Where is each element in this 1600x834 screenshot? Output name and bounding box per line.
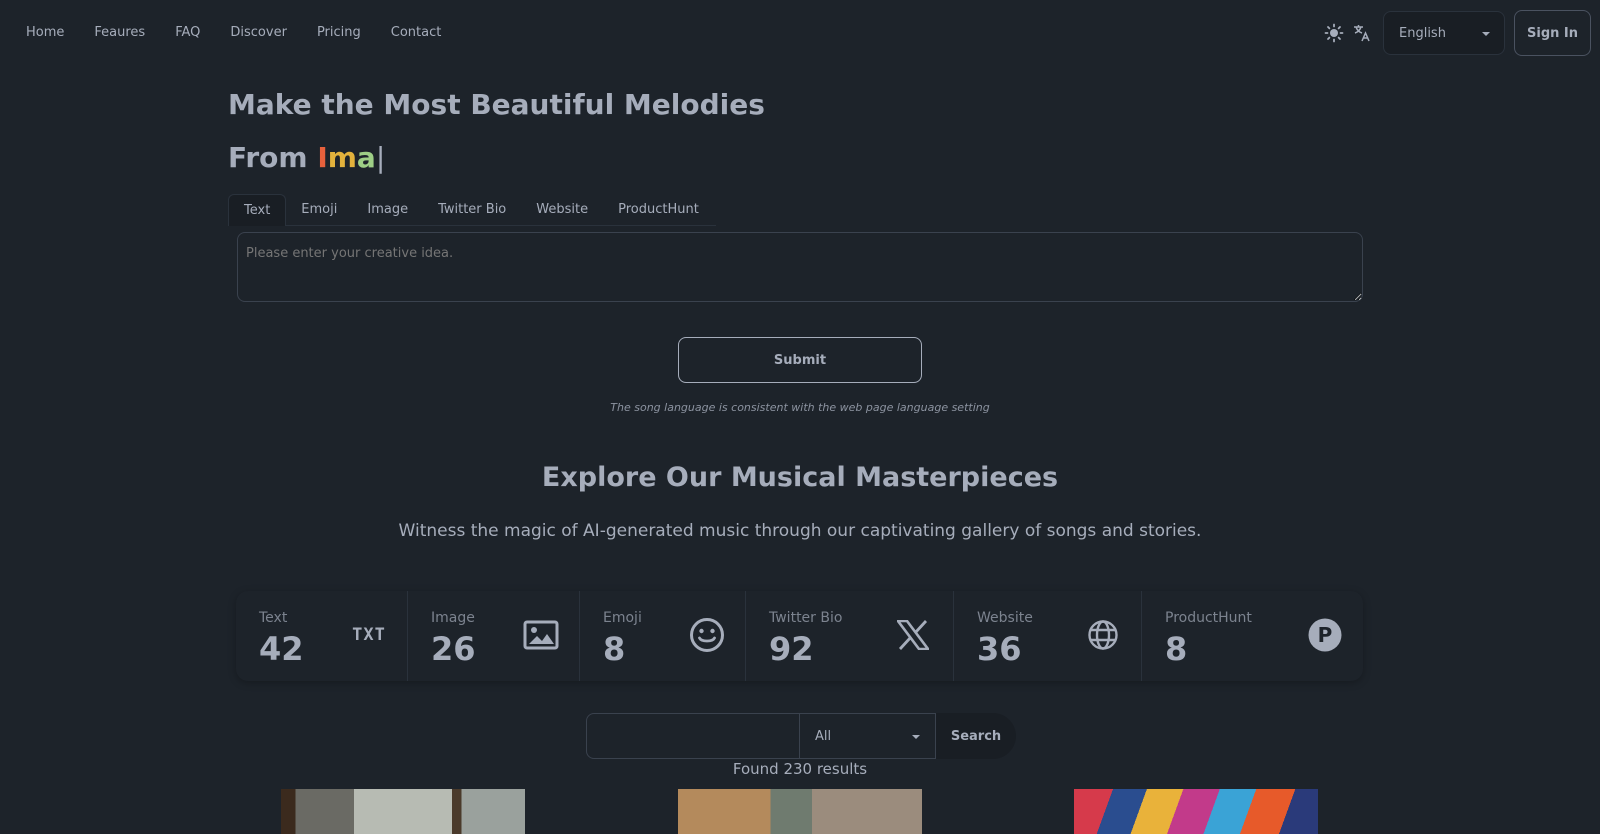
chevron-down-icon <box>912 735 920 739</box>
hero-subtitle: From Ima| <box>228 140 385 176</box>
stat-producthunt[interactable]: ProductHunt 8 P <box>1142 591 1363 681</box>
search-bar: All Search <box>586 713 1016 759</box>
category-filter-select[interactable]: All <box>800 713 936 759</box>
typing-cursor: | <box>375 141 386 174</box>
typed-char-1: I <box>317 141 328 174</box>
nav-discover[interactable]: Discover <box>230 24 287 41</box>
nav-home[interactable]: Home <box>26 24 64 41</box>
nav-pricing[interactable]: Pricing <box>317 24 361 41</box>
gallery-card-image[interactable] <box>678 789 922 834</box>
translate-icon[interactable] <box>1351 22 1373 44</box>
smiley-icon <box>689 617 725 653</box>
nav-contact[interactable]: Contact <box>391 24 442 41</box>
sign-in-button[interactable]: Sign In <box>1514 10 1591 56</box>
gallery-card-image[interactable] <box>281 789 525 834</box>
tab-text[interactable]: Text <box>228 194 287 226</box>
search-button[interactable]: Search <box>936 713 1016 759</box>
hero-title: Make the Most Beautiful Melodies <box>228 88 765 121</box>
typed-char-2: m <box>327 141 357 174</box>
tab-emoji[interactable]: Emoji <box>286 194 352 226</box>
stat-image[interactable]: Image 26 <box>408 591 580 681</box>
category-filter-value: All <box>815 728 832 744</box>
sun-icon[interactable] <box>1323 22 1345 44</box>
top-navbar: Home Feaures FAQ Discover Pricing Contac… <box>0 0 1600 64</box>
stat-emoji[interactable]: Emoji 8 <box>580 591 746 681</box>
gallery-card-image[interactable] <box>1074 789 1318 834</box>
producthunt-letter: P <box>1318 623 1333 647</box>
tab-image[interactable]: Image <box>352 194 423 226</box>
txt-icon-label: TXT <box>352 625 386 645</box>
stat-twitter-bio[interactable]: Twitter Bio 92 <box>746 591 954 681</box>
tab-website[interactable]: Website <box>521 194 603 226</box>
language-note: The song language is consistent with the… <box>610 401 990 414</box>
image-icon <box>523 617 559 653</box>
producthunt-icon: P <box>1307 617 1343 653</box>
stat-website[interactable]: Website 36 <box>954 591 1142 681</box>
search-input[interactable] <box>586 713 800 759</box>
creative-idea-input[interactable] <box>237 232 1363 302</box>
explore-title: Explore Our Musical Masterpieces <box>541 462 1059 493</box>
language-select[interactable]: English <box>1383 11 1505 55</box>
typed-char-3: a <box>356 141 376 174</box>
x-logo-icon <box>895 617 931 653</box>
nav-links: Home Feaures FAQ Discover Pricing Contac… <box>26 24 471 41</box>
globe-icon <box>1085 617 1121 653</box>
results-count: Found 230 results <box>732 760 868 778</box>
language-value: English <box>1399 25 1446 41</box>
submit-button[interactable]: Submit <box>678 337 922 383</box>
explore-subtitle: Witness the magic of AI-generated music … <box>398 521 1202 541</box>
nav-faq[interactable]: FAQ <box>175 24 200 41</box>
stat-text[interactable]: Text 42 TXT <box>236 591 408 681</box>
nav-right: English Sign In <box>1323 10 1591 56</box>
hero-subtitle-prefix: From <box>228 141 318 174</box>
nav-features[interactable]: Feaures <box>94 24 145 41</box>
tab-producthunt[interactable]: ProductHunt <box>603 194 714 226</box>
tab-twitter-bio[interactable]: Twitter Bio <box>423 194 521 226</box>
chevron-down-icon <box>1482 32 1490 36</box>
category-stats: Text 42 TXT Image 26 Emoji 8 Twitter Bio… <box>236 591 1363 681</box>
txt-icon: TXT <box>351 617 387 653</box>
input-type-tabs: Text Emoji Image Twitter Bio Website Pro… <box>228 194 714 226</box>
